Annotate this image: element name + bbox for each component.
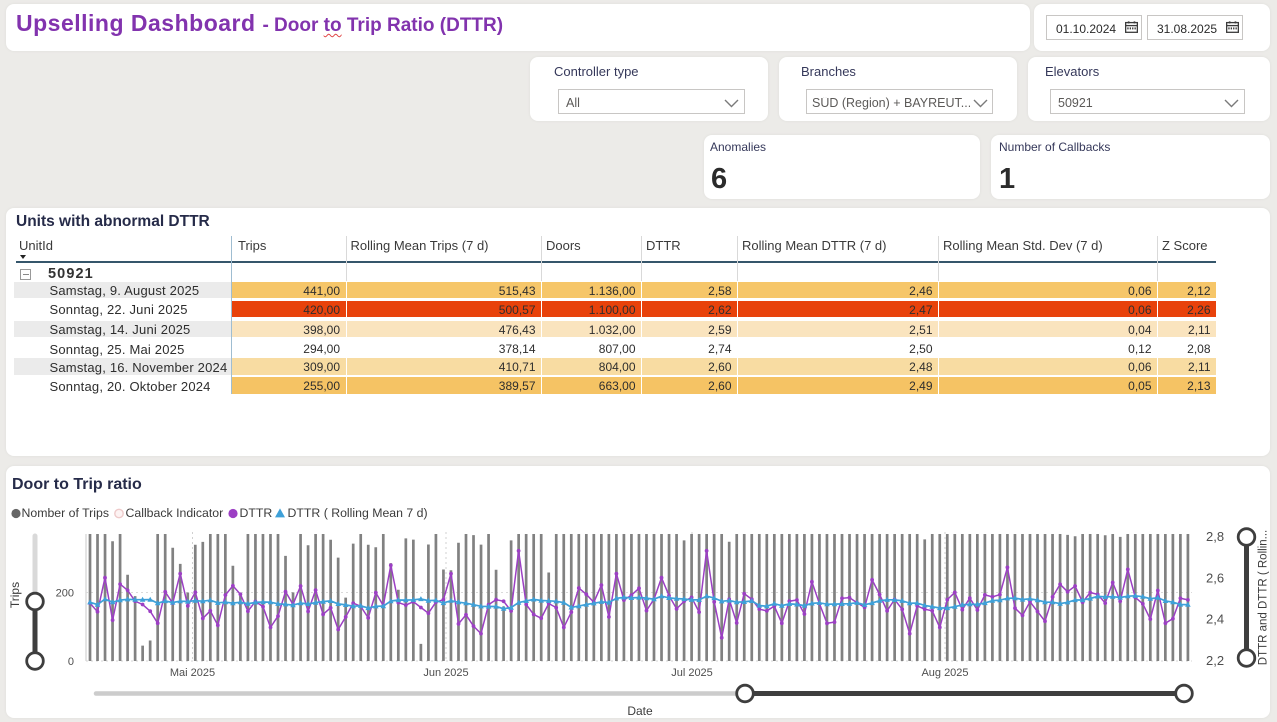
svg-text:Date: Date bbox=[627, 704, 653, 718]
svg-text:Aug 2025: Aug 2025 bbox=[921, 667, 968, 679]
svg-text:Trips: Trips bbox=[8, 582, 22, 608]
svg-text:2,6: 2,6 bbox=[1206, 570, 1224, 585]
svg-text:2,8: 2,8 bbox=[1206, 529, 1224, 544]
svg-text:Jul 2025: Jul 2025 bbox=[671, 667, 713, 679]
svg-text:Jun 2025: Jun 2025 bbox=[423, 667, 468, 679]
svg-text:Mai 2025: Mai 2025 bbox=[170, 667, 215, 679]
svg-text:200: 200 bbox=[56, 588, 74, 600]
svg-text:DTTR and DTTR ( Rollin...: DTTR and DTTR ( Rollin... bbox=[1258, 530, 1270, 665]
svg-text:0: 0 bbox=[68, 656, 74, 668]
svg-text:2,2: 2,2 bbox=[1206, 653, 1224, 668]
svg-text:2,4: 2,4 bbox=[1206, 612, 1224, 627]
